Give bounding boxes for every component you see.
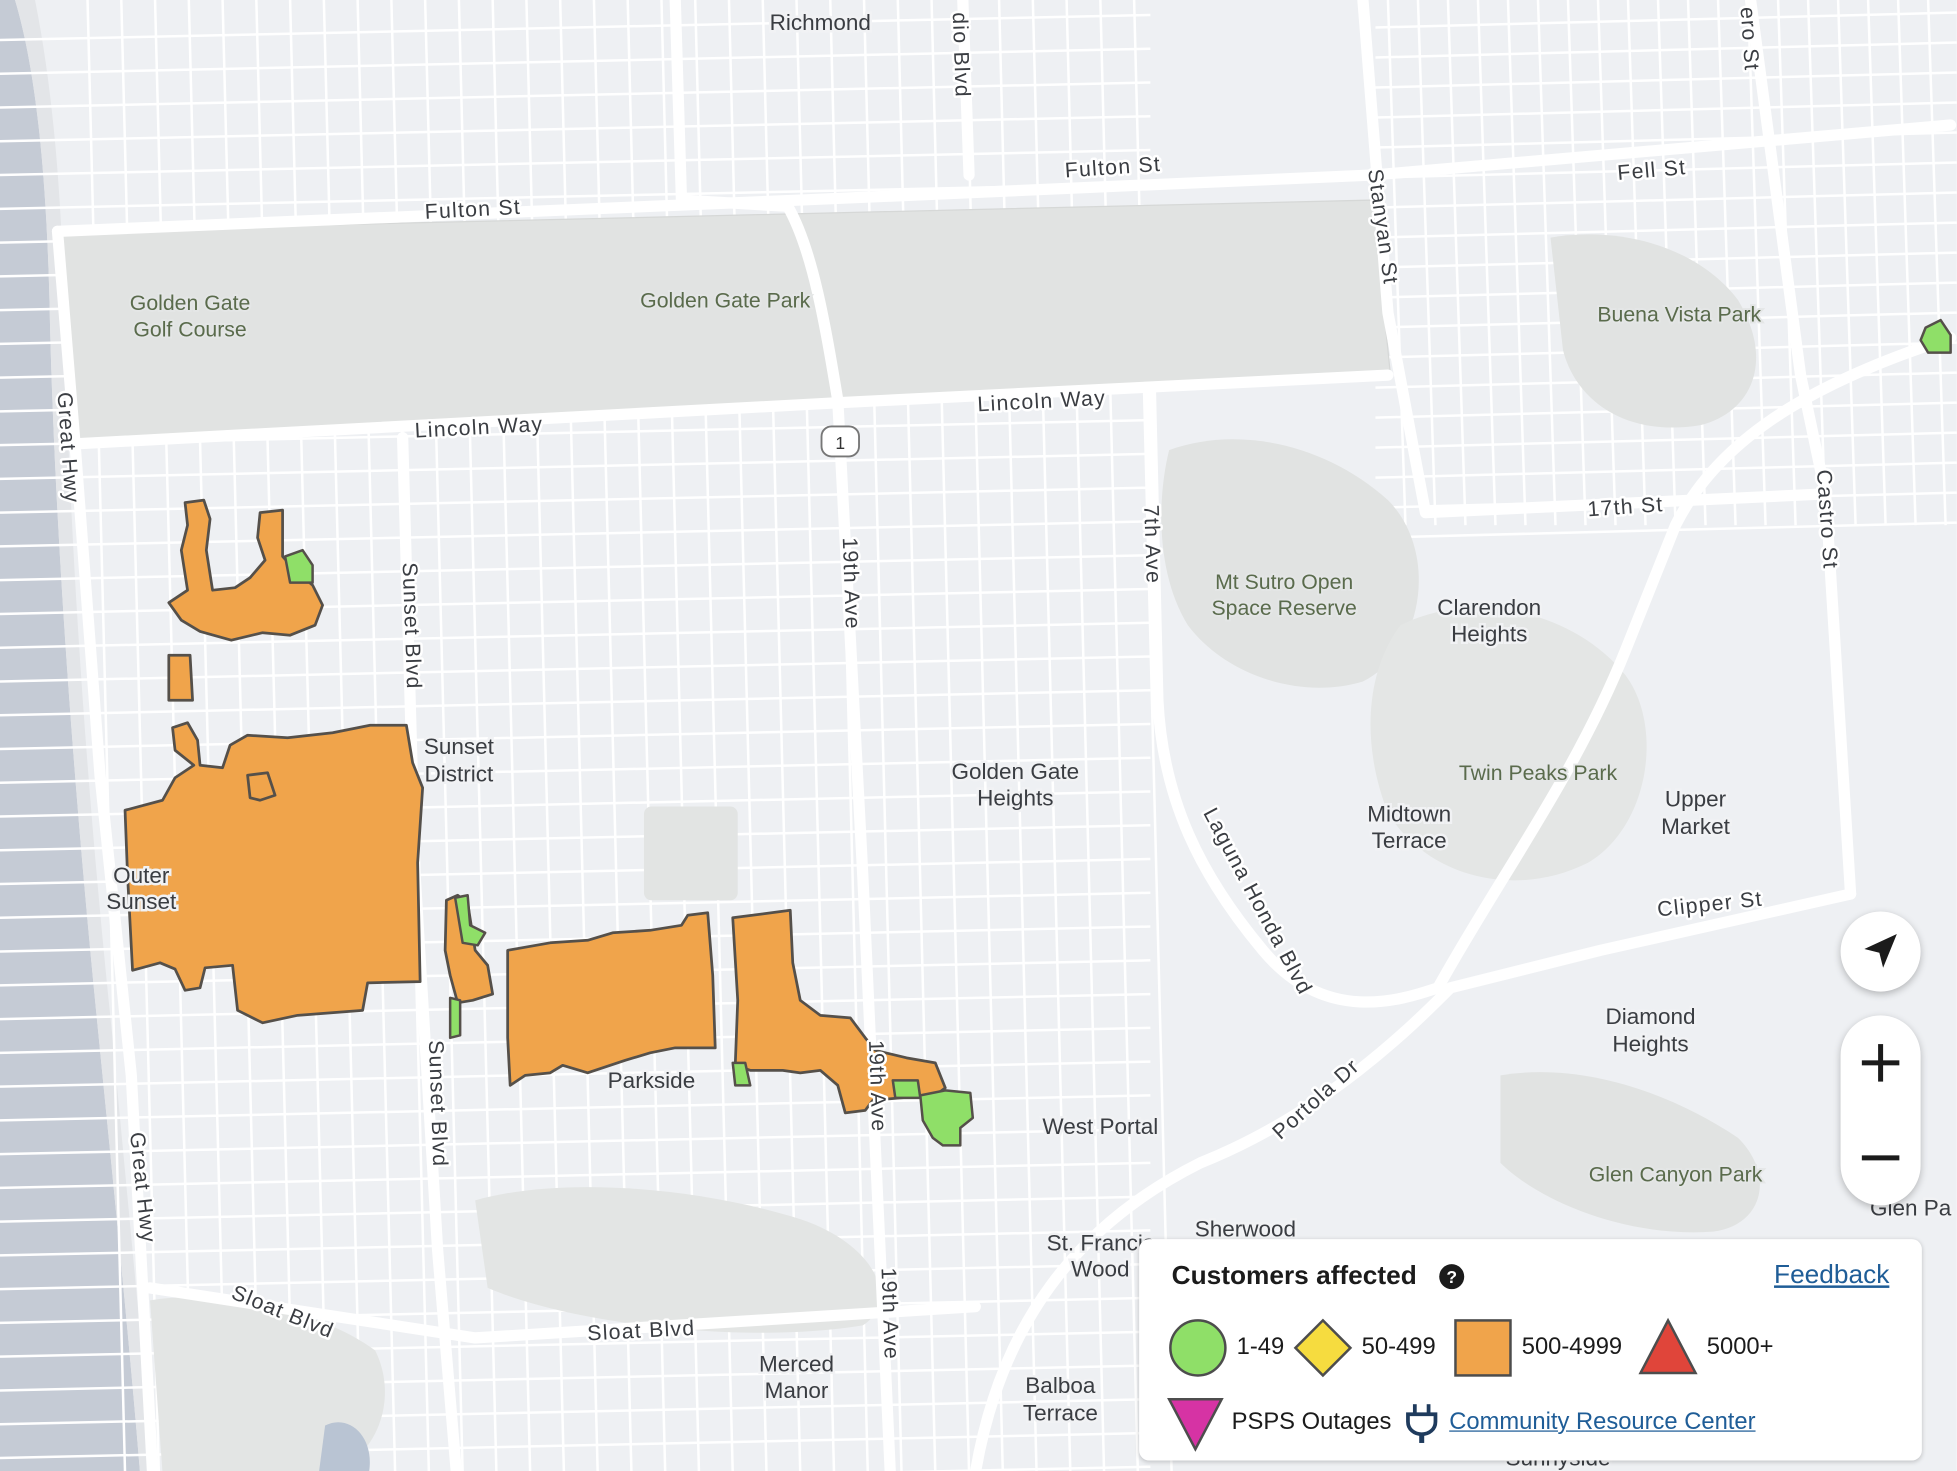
feedback-link[interactable]: Feedback: [1774, 1260, 1889, 1290]
street-label-7th-ave: 7th Ave: [1139, 504, 1166, 584]
legend-label-50-499: 50-499: [1361, 1334, 1436, 1361]
park-label-mt-sutro-1: Mt Sutro Open: [1215, 570, 1353, 594]
zoom-controls: [1840, 1015, 1921, 1206]
green-circle-icon: [1169, 1319, 1227, 1377]
hood-label-sunset-2: District: [425, 762, 494, 787]
street-label-radio-blvd: dio Blvd: [948, 12, 975, 98]
street-label-19th-north: 19th Ave: [838, 537, 865, 630]
park-label-golf-course-1: Golden Gate: [130, 291, 251, 315]
hood-label-clarendon-2: Heights: [1451, 621, 1527, 646]
plug-icon: [1406, 1404, 1438, 1443]
yellow-diamond-icon: [1293, 1318, 1353, 1378]
park-label-glen-canyon: Glen Canyon Park: [1589, 1163, 1763, 1187]
hood-label-upper-market-1: Upper: [1665, 787, 1727, 812]
map-viewport[interactable]: 1 Fulton St Fulton St Fell St Stanyan St…: [0, 0, 1957, 1471]
hood-label-merced-2: Manor: [765, 1378, 829, 1403]
legend-item-500-4999: 500-4999: [1452, 1317, 1622, 1380]
outage-area-strip[interactable]: [167, 653, 194, 702]
outage-map-page: 1 Fulton St Fulton St Fell St Stanyan St…: [0, 0, 1957, 1471]
street-label-sunset-north: Sunset Blvd: [398, 562, 426, 690]
park-label-golf-course-2: Golf Course: [133, 317, 246, 341]
legend-label-psps: PSPS Outages: [1231, 1409, 1392, 1436]
hood-label-diamond-1: Diamond: [1606, 1004, 1696, 1029]
hood-label-clarendon-1: Clarendon: [1437, 595, 1541, 620]
hood-label-west-portal: West Portal: [1042, 1114, 1158, 1139]
hood-label-parkside: Parkside: [608, 1068, 696, 1093]
hood-label-outer-sunset-2: Sunset: [106, 889, 177, 914]
help-icon[interactable]: ?: [1439, 1264, 1465, 1290]
highway-shield-label: 1: [835, 433, 845, 453]
legend-item-50-499: 50-499: [1292, 1317, 1436, 1380]
plus-icon: [1861, 1044, 1900, 1082]
street-label-19th-mid: 19th Ave: [864, 1040, 891, 1133]
park-label-mt-sutro-2: Space Reserve: [1212, 596, 1357, 620]
zoom-out-button[interactable]: [1841, 1110, 1921, 1205]
hood-label-balboa-2: Terrace: [1023, 1400, 1098, 1425]
hood-label-sherwood: Sherwood: [1195, 1217, 1296, 1242]
red-triangle-icon: [1638, 1317, 1698, 1375]
street-label-19th-south: 19th Ave: [877, 1267, 904, 1360]
hood-label-balboa-1: Balboa: [1025, 1373, 1096, 1398]
outage-area-19th-green-b[interactable]: [891, 1079, 922, 1100]
park-label-golden-gate-park: Golden Gate Park: [640, 289, 810, 313]
stern-grove-field: [643, 806, 738, 901]
hood-label-ggh-2: Heights: [977, 785, 1053, 810]
park-label-twin-peaks: Twin Peaks Park: [1459, 761, 1618, 785]
park-label-buena-vista: Buena Vista Park: [1597, 302, 1761, 326]
legend-label-5000-plus: 5000+: [1706, 1334, 1774, 1361]
hood-label-sunset-1: Sunset: [424, 734, 495, 759]
legend-item-5000-plus: 5000+: [1637, 1317, 1774, 1380]
legend-panel: Customers affected ? Feedback 1-49 50-49…: [1139, 1239, 1922, 1461]
street-label-sunset-south: Sunset Blvd: [424, 1040, 452, 1168]
locate-me-button[interactable]: [1840, 911, 1921, 992]
hood-label-st-francis-1: St. Francis: [1047, 1230, 1155, 1255]
navigation-arrow-icon: [1864, 934, 1897, 968]
hood-label-ggh-1: Golden Gate: [952, 759, 1080, 784]
orange-square-icon: [1454, 1319, 1512, 1377]
hood-label-upper-market-2: Market: [1661, 814, 1731, 839]
hood-label-outer-sunset-1: Outer: [113, 863, 170, 888]
street-label-fulton-west: Fulton St: [424, 195, 521, 224]
legend-item-community: Community Resource Center: [1404, 1394, 1756, 1452]
hood-label-midtown-2: Terrace: [1372, 828, 1447, 853]
hood-label-diamond-2: Heights: [1612, 1032, 1688, 1057]
legend-item-1-49: 1-49: [1167, 1317, 1285, 1380]
community-resource-center-link[interactable]: Community Resource Center: [1449, 1409, 1755, 1437]
minus-icon: [1861, 1155, 1900, 1161]
outage-area-sunset-sliver[interactable]: [448, 996, 462, 1040]
legend-title: Customers affected: [1171, 1261, 1417, 1291]
legend-item-psps: PSPS Outages: [1167, 1394, 1392, 1452]
legend-label-1-49: 1-49: [1236, 1334, 1285, 1361]
magenta-triangle-icon: [1167, 1397, 1224, 1452]
legend-label-500-4999: 500-4999: [1521, 1334, 1623, 1361]
hood-label-merced-1: Merced: [759, 1352, 834, 1377]
hood-label-st-francis-2: Wood: [1071, 1257, 1129, 1282]
hood-label-midtown-1: Midtown: [1367, 802, 1451, 827]
hood-label-richmond: Richmond: [770, 10, 871, 35]
street-label-guerrero: ero St: [1736, 6, 1764, 72]
zoom-in-button[interactable]: [1841, 1015, 1921, 1110]
